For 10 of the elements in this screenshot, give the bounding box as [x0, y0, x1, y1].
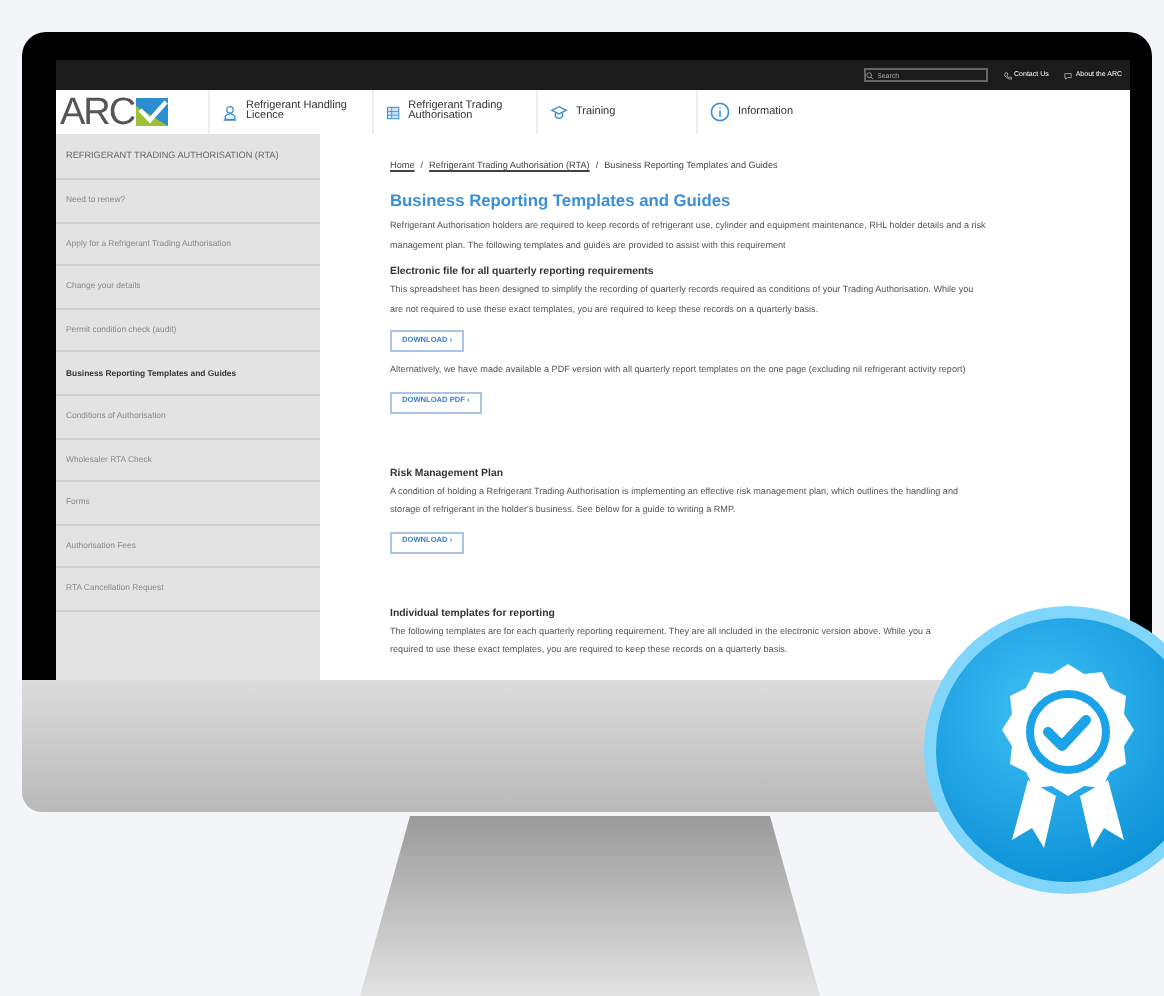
check-logo-icon	[136, 98, 169, 126]
grid-card-icon	[386, 103, 401, 121]
graduation-cap-icon	[550, 103, 568, 121]
page-heading: Business Reporting Templates and Guides	[390, 191, 733, 209]
logo-text: ARC	[60, 93, 135, 131]
phone-icon	[1003, 71, 1012, 79]
search-icon	[866, 71, 875, 79]
person-icon	[222, 103, 238, 121]
info-icon	[710, 102, 730, 122]
chat-icon	[1064, 71, 1073, 79]
